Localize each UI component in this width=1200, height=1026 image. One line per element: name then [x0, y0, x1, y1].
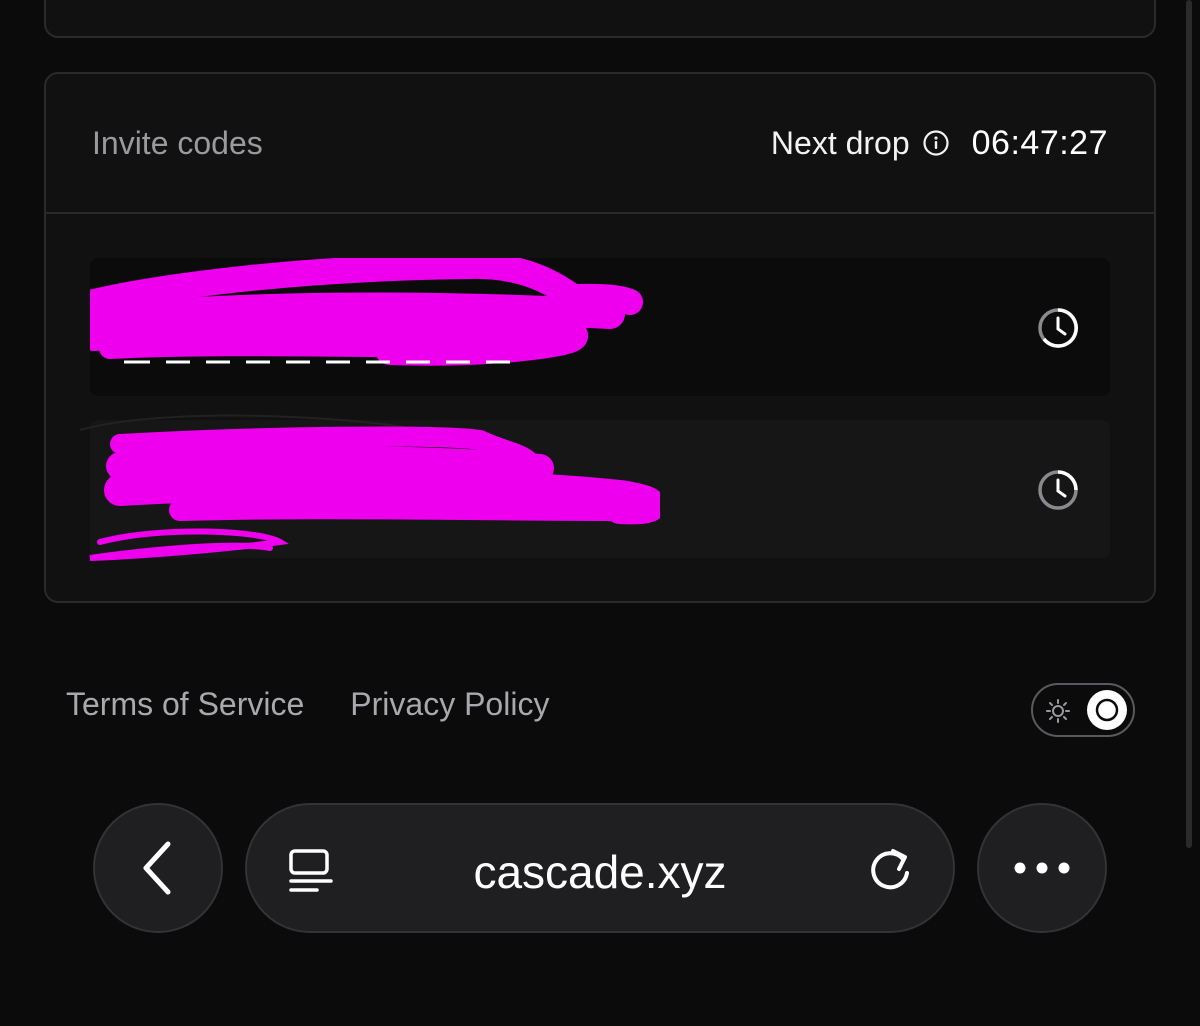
redaction-scribble [90, 258, 643, 366]
redaction-scribble [79, 414, 660, 561]
more-icon [1014, 862, 1070, 874]
dark-mode-knob[interactable] [1087, 690, 1127, 730]
back-button[interactable] [93, 803, 223, 933]
privacy-policy-link[interactable]: Privacy Policy [350, 686, 549, 723]
next-drop-label: Next drop [770, 124, 910, 161]
scroll-indicator[interactable] [1186, 0, 1192, 848]
clock-icon [1038, 308, 1078, 348]
more-button[interactable] [977, 803, 1107, 933]
system-theme-icon[interactable] [1045, 698, 1071, 724]
chevron-left-icon [143, 841, 171, 895]
clock-icon [1038, 470, 1078, 510]
next-drop-countdown: 06:47:27 [971, 123, 1108, 162]
invite-codes-card: Invite codes Next drop 06:47:27 [44, 72, 1156, 603]
next-drop-group: Next drop 06:47:27 [771, 124, 1108, 163]
invite-code-row[interactable] [90, 258, 1110, 396]
address-bar[interactable]: cascade.xyz [245, 803, 955, 933]
footer-links: Terms of Service Privacy Policy [66, 686, 549, 723]
url-text[interactable]: cascade.xyz [247, 845, 953, 899]
previous-card [44, 0, 1156, 38]
terms-of-service-link[interactable]: Terms of Service [66, 686, 304, 723]
moon-icon [1095, 698, 1119, 722]
info-icon[interactable] [922, 129, 950, 157]
invite-codes-title: Invite codes [92, 124, 263, 161]
theme-toggle[interactable] [1031, 683, 1135, 737]
reload-icon[interactable] [865, 845, 915, 895]
invite-code-list [46, 214, 1154, 561]
invite-codes-header: Invite codes Next drop 06:47:27 [46, 74, 1154, 214]
invite-code-row[interactable] [79, 414, 1110, 561]
